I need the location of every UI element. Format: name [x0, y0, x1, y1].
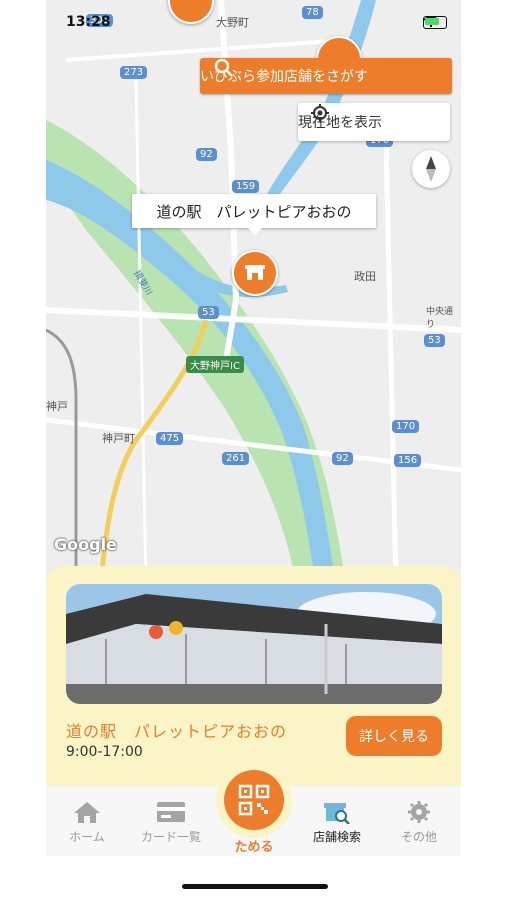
store-callout[interactable]: 道の駅 パレットピアおおの [132, 194, 376, 235]
store-search-icon [324, 803, 350, 824]
route-shield: 53 [424, 334, 445, 347]
qr-button[interactable] [224, 770, 284, 830]
tab-card-list[interactable]: カード一覧 [134, 800, 208, 845]
store-photo [66, 584, 442, 704]
battery-icon [423, 16, 447, 29]
store-card: 道の駅 パレットピアおおの 9:00-17:00 詳しく見る [46, 566, 461, 786]
ic-label: 大野神戸IC [186, 356, 244, 373]
search-stores-button[interactable]: いびぶら参加店舗をさがす [200, 58, 452, 94]
tab-tameru[interactable] [216, 762, 292, 838]
tab-other-label: その他 [400, 830, 437, 844]
store-name: 道の駅 パレットピアおおの [66, 722, 288, 741]
route-shield: 92 [332, 452, 353, 465]
tab-card-list-label: カード一覧 [140, 830, 201, 844]
detail-button-label: 詳しく見る [359, 729, 429, 745]
home-indicator[interactable] [182, 884, 328, 889]
route-shield: 170 [392, 420, 420, 433]
place-label: 神戸 [46, 400, 68, 413]
route-shield: 156 [394, 454, 422, 467]
place-label: 大野町 [216, 16, 249, 29]
detail-button[interactable]: 詳しく見る [346, 716, 442, 756]
gear-icon [408, 801, 430, 823]
card-icon [157, 802, 185, 822]
road [383, 139, 399, 585]
river-north [266, 0, 376, 200]
route-shield: 475 [156, 432, 184, 445]
compass-button[interactable] [412, 150, 450, 188]
station-photo [66, 584, 442, 704]
store-icon [245, 265, 265, 280]
place-label: 政田 [354, 270, 376, 283]
home-icon [74, 802, 100, 823]
app-screen: 大野町 政田 神戸町 中央通り 大野神戸IC 揖斐川 神戸 303 78 273… [46, 0, 461, 900]
route-shield: 92 [196, 148, 217, 161]
store-hours: 9:00-17:00 [66, 744, 143, 760]
search-icon [214, 58, 233, 77]
tab-store-search-label: 店舗検索 [312, 830, 361, 844]
place-label: 神戸町 [102, 432, 135, 445]
road [65, 38, 347, 62]
route-shield: 273 [120, 66, 148, 79]
tab-tameru-label: ためる [234, 840, 274, 855]
qr-icon [238, 784, 270, 816]
status-icons [423, 16, 447, 29]
route-shield: 261 [222, 452, 250, 465]
callout-label: 道の駅 パレットピアおおの [156, 202, 352, 221]
tab-home-label: ホーム [69, 830, 105, 844]
tab-store-search[interactable]: 店舗検索 [300, 800, 374, 845]
google-logo: Google [54, 535, 117, 554]
compass-icon [426, 156, 436, 182]
map-view[interactable]: 大野町 政田 神戸町 中央通り 大野神戸IC 揖斐川 神戸 303 78 273… [46, 0, 461, 585]
current-location-button[interactable]: 現在地を表示 [298, 103, 450, 141]
store-pin-selected[interactable] [232, 250, 278, 296]
route-shield: 53 [198, 306, 219, 319]
route-shield: 78 [302, 6, 323, 19]
route-shield: 159 [232, 180, 260, 193]
tab-other[interactable]: その他 [382, 800, 456, 845]
road [134, 79, 148, 585]
tab-home[interactable]: ホーム [50, 800, 124, 845]
crosshair-icon [311, 104, 329, 122]
status-time: 13:28 [66, 14, 111, 30]
place-label: 中央通り [426, 307, 454, 330]
